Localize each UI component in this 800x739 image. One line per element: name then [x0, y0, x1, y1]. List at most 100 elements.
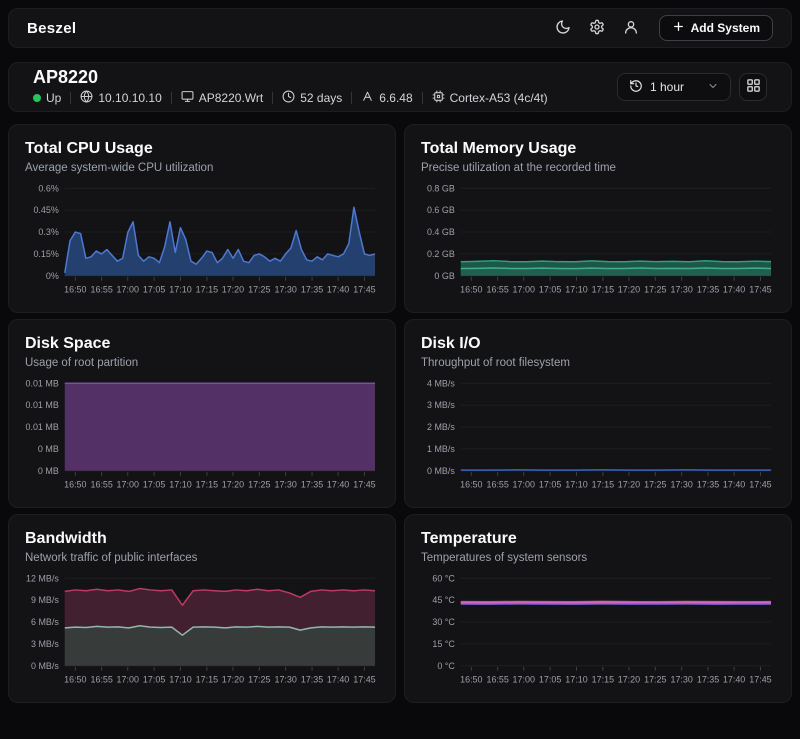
memory-usage-chart[interactable]: 0 GB0.2 GB0.4 GB0.6 GB0.8 GB16:5016:5517…	[421, 180, 775, 302]
x-tick-label: 17:05	[539, 675, 561, 685]
temperature-chart[interactable]: 0 °C15 °C30 °C45 °C60 °C16:5016:5517:001…	[421, 570, 775, 692]
x-tick-label: 17:05	[143, 675, 165, 685]
x-tick-label: 17:15	[592, 675, 614, 685]
x-tick-label: 17:20	[222, 480, 244, 490]
chart-title: Total Memory Usage	[421, 139, 775, 159]
memory-usage-card: Total Memory Usage Precise utilization a…	[404, 124, 792, 313]
x-tick-label: 17:25	[644, 285, 666, 295]
settings-button[interactable]	[583, 14, 611, 42]
x-tick-label: 16:55	[487, 480, 509, 490]
layout-grid-icon	[746, 78, 761, 96]
disk-io-card: Disk I/O Throughput of root filesystem 0…	[404, 319, 792, 508]
s2-line	[461, 268, 771, 269]
add-system-button[interactable]: Add System	[659, 15, 773, 41]
x-tick-label: 17:15	[196, 480, 218, 490]
disk-space-chart[interactable]: 0 MB0 MB0.01 MB0.01 MB0.01 MB16:5016:551…	[25, 375, 379, 497]
user-icon	[623, 19, 639, 38]
x-tick-label: 16:50	[460, 480, 482, 490]
clock-icon	[282, 90, 295, 106]
bandwidth-card: Bandwidth Network traffic of public inte…	[8, 514, 396, 703]
x-tick-label: 17:30	[274, 285, 296, 295]
gear-icon	[589, 19, 605, 38]
system-cpu-model: Cortex-A53 (4c/4t)	[432, 90, 548, 106]
y-tick-label: 0.3%	[38, 227, 58, 237]
bandwidth-chart[interactable]: 0 MB/s3 MB/s6 MB/s9 MB/s12 MB/s16:5016:5…	[25, 570, 379, 692]
y-tick-label: 0%	[46, 271, 59, 281]
chart-title: Bandwidth	[25, 529, 379, 549]
time-range-select[interactable]: 1 hour	[617, 73, 731, 101]
chart-subtitle: Usage of root partition	[25, 357, 379, 369]
disk-io-chart[interactable]: 0 MB/s1 MB/s2 MB/s3 MB/s4 MB/s16:5016:55…	[421, 375, 775, 497]
theme-toggle-button[interactable]	[549, 14, 577, 42]
divider	[422, 92, 423, 104]
x-tick-label: 16:55	[91, 285, 113, 295]
x-tick-label: 17:10	[565, 480, 587, 490]
x-tick-label: 17:10	[169, 480, 191, 490]
moon-icon	[555, 19, 571, 38]
divider	[272, 92, 273, 104]
x-tick-label: 17:45	[353, 285, 375, 295]
x-tick-label: 17:45	[749, 480, 771, 490]
nav-actions: Add System	[549, 14, 773, 42]
y-tick-label: 15 °C	[432, 639, 455, 649]
y-tick-label: 0 MB/s	[427, 466, 455, 476]
y-tick-label: 6 MB/s	[31, 617, 59, 627]
x-tick-label: 17:15	[196, 285, 218, 295]
chart-subtitle: Average system-wide CPU utilization	[25, 162, 379, 174]
x-tick-label: 17:40	[723, 480, 745, 490]
y-tick-label: 1 MB/s	[427, 444, 455, 454]
x-tick-label: 17:25	[644, 675, 666, 685]
x-tick-label: 17:15	[592, 285, 614, 295]
y-tick-label: 0.45%	[33, 205, 58, 215]
status-badge: Up	[33, 91, 61, 105]
x-tick-label: 17:20	[222, 675, 244, 685]
time-range-value: 1 hour	[650, 80, 684, 94]
s1-line	[461, 261, 771, 262]
x-tick-label: 17:20	[222, 285, 244, 295]
y-tick-label: 0.4 GB	[427, 227, 455, 237]
system-actions: 1 hour	[617, 73, 767, 101]
brand-logo[interactable]: Beszel	[27, 20, 76, 37]
chart-title: Temperature	[421, 529, 775, 549]
chart-title: Total CPU Usage	[25, 139, 379, 159]
y-tick-label: 0 MB	[38, 466, 59, 476]
y-tick-label: 3 MB/s	[31, 639, 59, 649]
divider	[351, 92, 352, 104]
history-clock-icon	[629, 79, 643, 96]
x-tick-label: 17:05	[143, 480, 165, 490]
y-tick-label: 0.8 GB	[427, 183, 455, 193]
x-tick-label: 16:50	[64, 480, 86, 490]
x-tick-label: 17:45	[353, 675, 375, 685]
x-tick-label: 17:45	[749, 285, 771, 295]
x-tick-label: 17:00	[513, 480, 535, 490]
x-tick-label: 17:05	[539, 285, 561, 295]
chevron-down-icon	[707, 80, 719, 95]
x-tick-label: 17:40	[723, 285, 745, 295]
y-tick-label: 4 MB/s	[427, 378, 455, 388]
x-tick-label: 17:10	[169, 675, 191, 685]
x-tick-label: 16:55	[91, 675, 113, 685]
monitor-icon	[181, 90, 194, 106]
plus-icon	[672, 20, 685, 36]
y-tick-label: 0.2 GB	[427, 249, 455, 259]
cpu-usage-card: Total CPU Usage Average system-wide CPU …	[8, 124, 396, 313]
y-tick-label: 0.6 GB	[427, 205, 455, 215]
x-tick-label: 17:25	[248, 285, 270, 295]
y-tick-label: 0 °C	[437, 661, 455, 671]
x-tick-label: 17:30	[670, 285, 692, 295]
y-tick-label: 0.01 MB	[26, 422, 59, 432]
x-tick-label: 17:30	[670, 675, 692, 685]
x-tick-label: 16:55	[91, 480, 113, 490]
system-info: AP8220 Up 10.10.10.10	[33, 68, 548, 107]
x-tick-label: 17:35	[697, 480, 719, 490]
x-tick-label: 17:30	[274, 675, 296, 685]
charts-grid: Total CPU Usage Average system-wide CPU …	[8, 124, 792, 703]
cpu-usage-chart[interactable]: 0%0.15%0.3%0.45%0.6%16:5016:5517:0017:05…	[25, 180, 379, 302]
chart-layout-button[interactable]	[739, 73, 767, 101]
system-ip: 10.10.10.10	[80, 90, 161, 106]
x-tick-label: 17:20	[618, 285, 640, 295]
system-header: AP8220 Up 10.10.10.10	[8, 62, 792, 112]
x-tick-label: 17:40	[327, 480, 349, 490]
user-menu-button[interactable]	[617, 14, 645, 42]
y-tick-label: 9 MB/s	[31, 595, 59, 605]
